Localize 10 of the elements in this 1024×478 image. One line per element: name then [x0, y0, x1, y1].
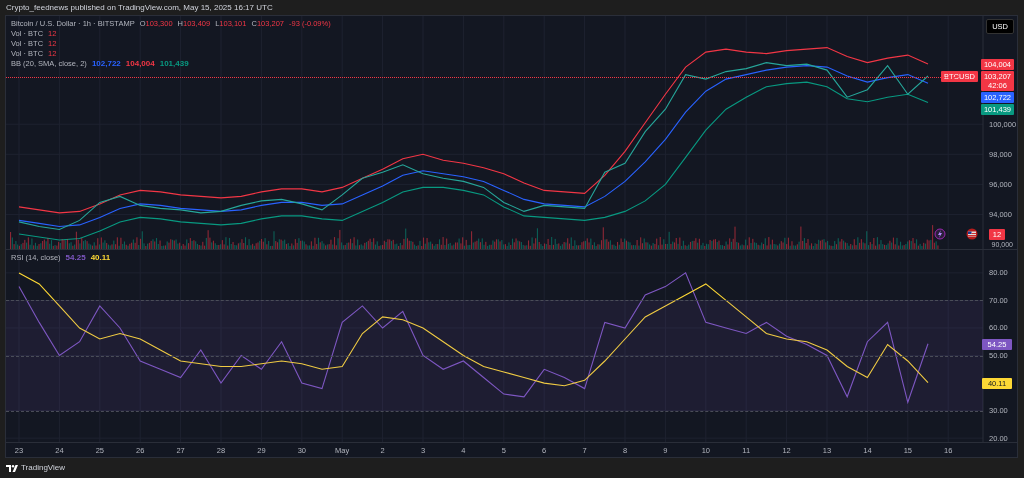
indicator-value: 102,722	[91, 59, 121, 68]
indicator-value: 104,004	[125, 59, 155, 68]
lightning-icon[interactable]	[934, 228, 946, 240]
indicator-value: 54.25	[65, 253, 86, 262]
publish-caption: Crypto_feednews published on TradingView.com, May 15, 2025 16:17 UTC	[5, 2, 274, 14]
logo-icon	[6, 464, 18, 472]
indicator-value: 101,439	[159, 59, 189, 68]
indicator-value: 40.11	[90, 253, 111, 262]
flag-icon[interactable]	[966, 228, 978, 240]
brand-name: TradingView	[21, 462, 66, 474]
